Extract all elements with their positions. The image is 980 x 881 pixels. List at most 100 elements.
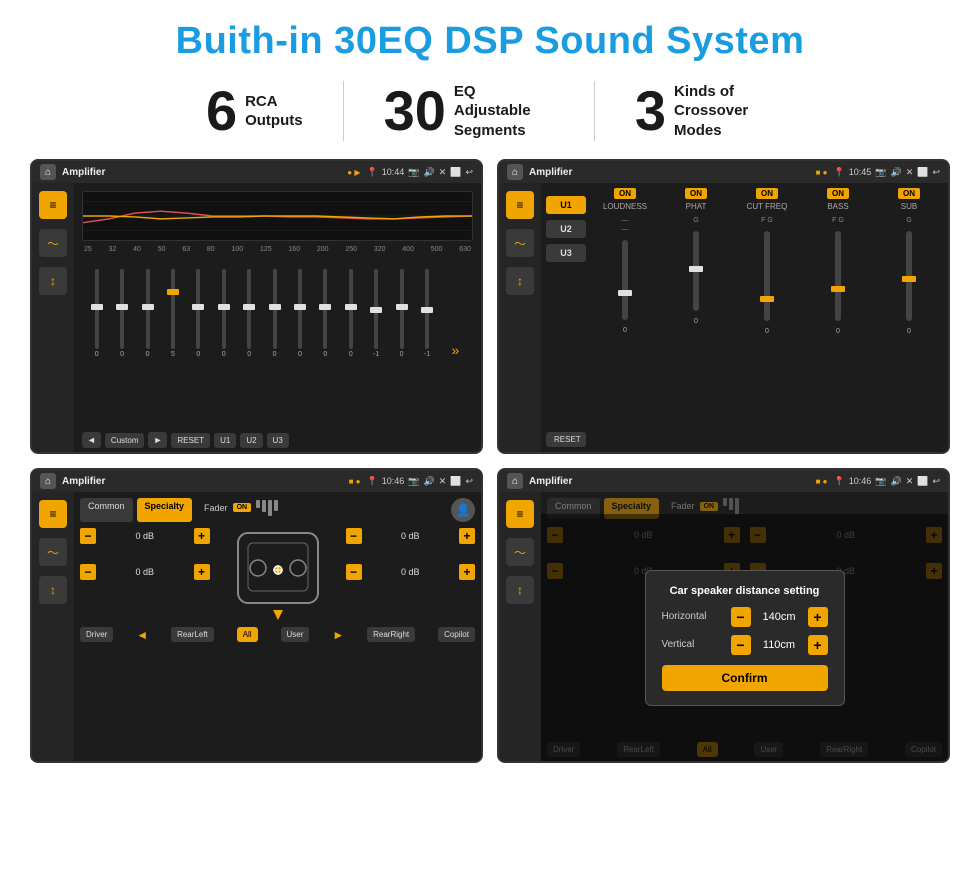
eq-slider-10[interactable]: 0 — [313, 269, 338, 358]
u2-button[interactable]: U2 — [546, 220, 586, 238]
phat-slider[interactable] — [693, 231, 699, 311]
eq-slider-9[interactable]: 0 — [287, 269, 312, 358]
wave-sidebar-icon-3[interactable]: 〜 — [39, 538, 67, 566]
screen2-time: 10:45 — [849, 167, 872, 177]
home-icon-3[interactable]: ⌂ — [40, 473, 56, 489]
user-button-3[interactable]: User — [281, 627, 310, 642]
screen3-content: ≡ 〜 ↕ Common Specialty Fader ON — [32, 492, 481, 761]
u1-button[interactable]: U1 — [546, 196, 586, 214]
eq-slider-2[interactable]: 0 — [109, 269, 134, 358]
bass-on-badge[interactable]: ON — [827, 188, 849, 199]
all-button[interactable]: All — [237, 627, 258, 642]
horizontal-plus-button[interactable]: + — [808, 607, 828, 627]
vertical-stepper: − 110cm + — [731, 635, 828, 655]
stat-number-rca: 6 — [206, 83, 237, 139]
eq-u2-button[interactable]: U2 — [240, 433, 262, 448]
horizontal-minus-button[interactable]: − — [731, 607, 751, 627]
eq-slider-13[interactable]: 0 — [389, 269, 414, 358]
eq-u1-button[interactable]: U1 — [214, 433, 236, 448]
eq-slider-3[interactable]: 0 — [135, 269, 160, 358]
eq-sidebar-icon[interactable]: ≡ — [39, 191, 67, 219]
dialog-box: Car speaker distance setting Horizontal … — [645, 570, 845, 706]
fader-info-4: Fader ON — [671, 498, 739, 514]
db-minus-1[interactable]: − — [80, 528, 96, 544]
eq-sidebar-icon-4[interactable]: ≡ — [506, 500, 534, 528]
phat-on-badge[interactable]: ON — [685, 188, 707, 199]
db-plus-1[interactable]: + — [194, 528, 210, 544]
back-icon-2: ↩ — [932, 167, 940, 178]
status-icons-4: 📍 10:46 📷 🔊 ✕ ⬜ ↩ — [834, 476, 941, 487]
fader-right: − 0 dB + − 0 dB + — [346, 528, 476, 623]
vertical-minus-button[interactable]: − — [731, 635, 751, 655]
fader-on-badge[interactable]: ON — [233, 503, 252, 512]
window-icon-1: ⬜ — [450, 167, 461, 178]
db-minus-3[interactable]: − — [346, 528, 362, 544]
arrows-sidebar-icon-2[interactable]: ↕ — [506, 267, 534, 295]
volume-icon-2: 🔊 — [890, 167, 901, 178]
vertical-plus-button[interactable]: + — [808, 635, 828, 655]
eq-u3-button[interactable]: U3 — [267, 433, 289, 448]
screen2-main: U1 U2 U3 RESET ON LOUDNESS — [541, 183, 948, 452]
home-icon-2[interactable]: ⌂ — [507, 164, 523, 180]
db-minus-4[interactable]: − — [346, 564, 362, 580]
wave-sidebar-icon-4[interactable]: 〜 — [506, 538, 534, 566]
eq-slider-14[interactable]: -1 — [414, 269, 439, 358]
db-plus-4[interactable]: + — [459, 564, 475, 580]
eq-slider-8[interactable]: 0 — [262, 269, 287, 358]
eq-more-button[interactable]: » — [440, 342, 471, 358]
screen2-title: Amplifier — [529, 167, 810, 178]
crossover-reset-button[interactable]: RESET — [546, 432, 586, 447]
eq-slider-1[interactable]: 0 — [84, 269, 109, 358]
eq-prev-button[interactable]: ◄ — [82, 432, 101, 448]
eq-slider-7[interactable]: 0 — [236, 269, 261, 358]
fader-bar-1 — [256, 500, 260, 508]
eq-slider-5[interactable]: 0 — [186, 269, 211, 358]
eq-slider-12[interactable]: -1 — [363, 269, 388, 358]
rearleft-button[interactable]: RearLeft — [171, 627, 214, 642]
bass-slider[interactable] — [835, 231, 841, 321]
db-plus-2[interactable]: + — [194, 564, 210, 580]
db-row-2: − 0 dB + — [80, 564, 210, 580]
cutfreq-on-badge[interactable]: ON — [756, 188, 778, 199]
stat-label-rca: RCAOutputs — [245, 92, 303, 131]
confirm-button[interactable]: Confirm — [662, 665, 828, 691]
home-icon-1[interactable]: ⌂ — [40, 164, 56, 180]
eq-slider-4[interactable]: 5 — [160, 269, 185, 358]
horizontal-value: 140cm — [757, 611, 802, 623]
eq-slider-11[interactable]: 0 — [338, 269, 363, 358]
arrows-sidebar-icon-4[interactable]: ↕ — [506, 576, 534, 604]
screen3-time: 10:46 — [382, 476, 405, 486]
specialty-tab[interactable]: Specialty — [137, 498, 193, 522]
eq-play-button[interactable]: ► — [148, 432, 167, 448]
db-row-4: − 0 dB + — [346, 564, 476, 580]
arrows-sidebar-icon-3[interactable]: ↕ — [39, 576, 67, 604]
screen1-time: 10:44 — [382, 167, 405, 177]
close-icon-3: ✕ — [439, 476, 447, 487]
sub-on-badge[interactable]: ON — [898, 188, 920, 199]
home-icon-4[interactable]: ⌂ — [507, 473, 523, 489]
rearright-button[interactable]: RearRight — [367, 627, 415, 642]
wave-sidebar-icon[interactable]: 〜 — [39, 229, 67, 257]
location-icon-1: 📍 — [367, 167, 378, 178]
eq-sidebar-icon-2[interactable]: ≡ — [506, 191, 534, 219]
eq-sidebar-icon-3[interactable]: ≡ — [39, 500, 67, 528]
copilot-button[interactable]: Copilot — [438, 627, 475, 642]
eq-slider-6[interactable]: 0 — [211, 269, 236, 358]
camera-icon-4: 📷 — [875, 476, 886, 487]
u3-button[interactable]: U3 — [546, 244, 586, 262]
eq-custom-button[interactable]: Custom — [105, 433, 145, 448]
sub-slider[interactable] — [906, 231, 912, 321]
arrows-sidebar-icon[interactable]: ↕ — [39, 267, 67, 295]
driver-button[interactable]: Driver — [80, 627, 113, 642]
cutfreq-slider[interactable] — [764, 231, 770, 321]
loudness-slider[interactable] — [622, 240, 628, 320]
common-tab[interactable]: Common — [80, 498, 133, 522]
db-plus-3[interactable]: + — [459, 528, 475, 544]
db-minus-2[interactable]: − — [80, 564, 96, 580]
wave-sidebar-icon-2[interactable]: 〜 — [506, 229, 534, 257]
screen3-title: Amplifier — [62, 476, 343, 487]
nav-buttons-row: Driver ◄ RearLeft All User ► RearRight C… — [80, 627, 475, 642]
eq-reset-button[interactable]: RESET — [171, 433, 210, 448]
tab-bar-3: Common Specialty Fader ON — [80, 498, 475, 522]
loudness-on-badge[interactable]: ON — [614, 188, 636, 199]
